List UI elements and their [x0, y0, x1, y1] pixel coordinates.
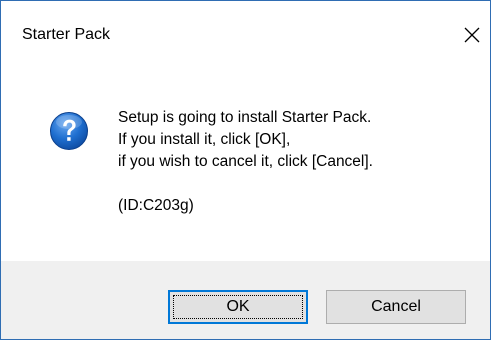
cancel-button-label: Cancel [371, 298, 421, 315]
message-text: Setup is going to install Starter Pack. … [118, 107, 373, 217]
ok-button-label: OK [226, 298, 250, 315]
message-line-2: If you install it, click [OK], [118, 131, 291, 148]
message-line-3: if you wish to cancel it, click [Cancel]… [118, 153, 373, 170]
question-icon [50, 112, 88, 150]
message-line-1: Setup is going to install Starter Pack. [118, 109, 372, 126]
cancel-button[interactable]: Cancel [326, 290, 466, 324]
dialog-window: Starter Pack Setup is going to install S… [0, 0, 491, 340]
ok-button[interactable]: OK [168, 290, 308, 324]
close-button[interactable] [454, 17, 490, 53]
window-title: Starter Pack [22, 26, 111, 43]
dialog-content: Setup is going to install Starter Pack. … [1, 63, 490, 261]
title-bar[interactable]: Starter Pack [1, 1, 490, 63]
close-icon [464, 27, 480, 43]
button-bar: OK Cancel [1, 261, 490, 339]
message-id: (ID:C203g) [118, 197, 194, 214]
